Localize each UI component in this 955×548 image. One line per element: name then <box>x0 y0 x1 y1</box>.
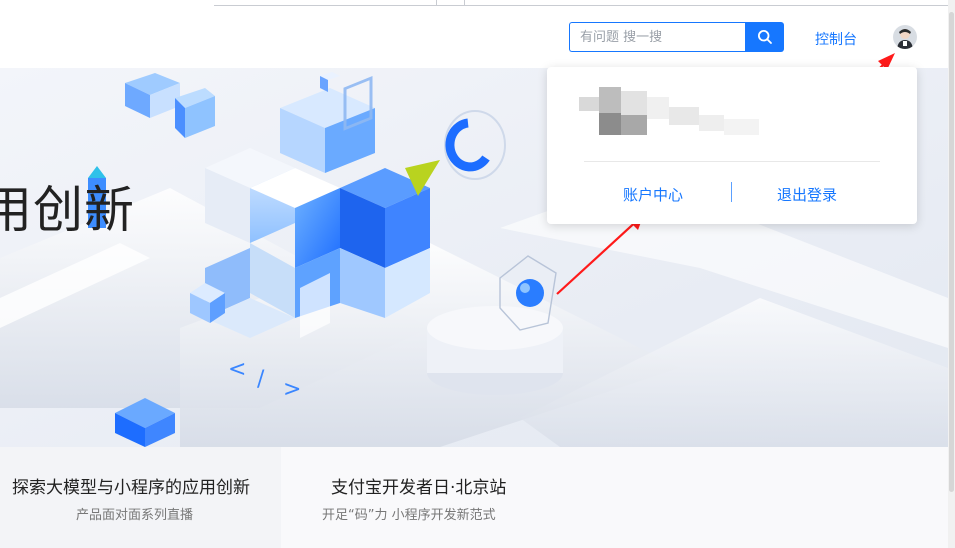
event-card[interactable]: 支付宝开发者日·北京站 开足“码”力 小程序开发新范式 <box>281 447 948 548</box>
search-input[interactable] <box>569 22 746 52</box>
tab-divider <box>464 0 465 5</box>
event-card-title: 支付宝开发者日·北京站 <box>331 478 507 498</box>
tab-divider <box>436 0 437 5</box>
account-menu-popup: 账户中心 退出登录 <box>547 67 917 224</box>
event-card-subtitle: 开足“码”力 小程序开发新范式 <box>322 508 496 523</box>
scrollbar-thumb[interactable] <box>949 12 954 492</box>
menu-separator <box>731 182 732 202</box>
browser-tab-strip <box>214 0 955 6</box>
hero-title: 用创新 <box>0 181 135 239</box>
svg-text:>: > <box>283 377 301 402</box>
event-card-title: 探索大模型与小程序的应用创新 <box>12 478 250 498</box>
event-card[interactable]: 探索大模型与小程序的应用创新 产品面对面系列直播 <box>0 447 281 548</box>
search-icon <box>757 29 772 44</box>
svg-text:<: < <box>228 357 246 382</box>
user-name-blurred <box>579 87 759 135</box>
event-card-subtitle: 产品面对面系列直播 <box>76 508 194 523</box>
search-button[interactable] <box>745 22 784 52</box>
account-center-link[interactable]: 账户中心 <box>623 184 683 205</box>
menu-divider <box>584 161 880 162</box>
logout-link[interactable]: 退出登录 <box>777 184 837 205</box>
event-cards: 探索大模型与小程序的应用创新 产品面对面系列直播 支付宝开发者日·北京站 开足“… <box>0 447 948 548</box>
search-box <box>569 22 784 52</box>
scrollbar[interactable] <box>948 0 955 548</box>
svg-text:/: / <box>257 367 265 392</box>
